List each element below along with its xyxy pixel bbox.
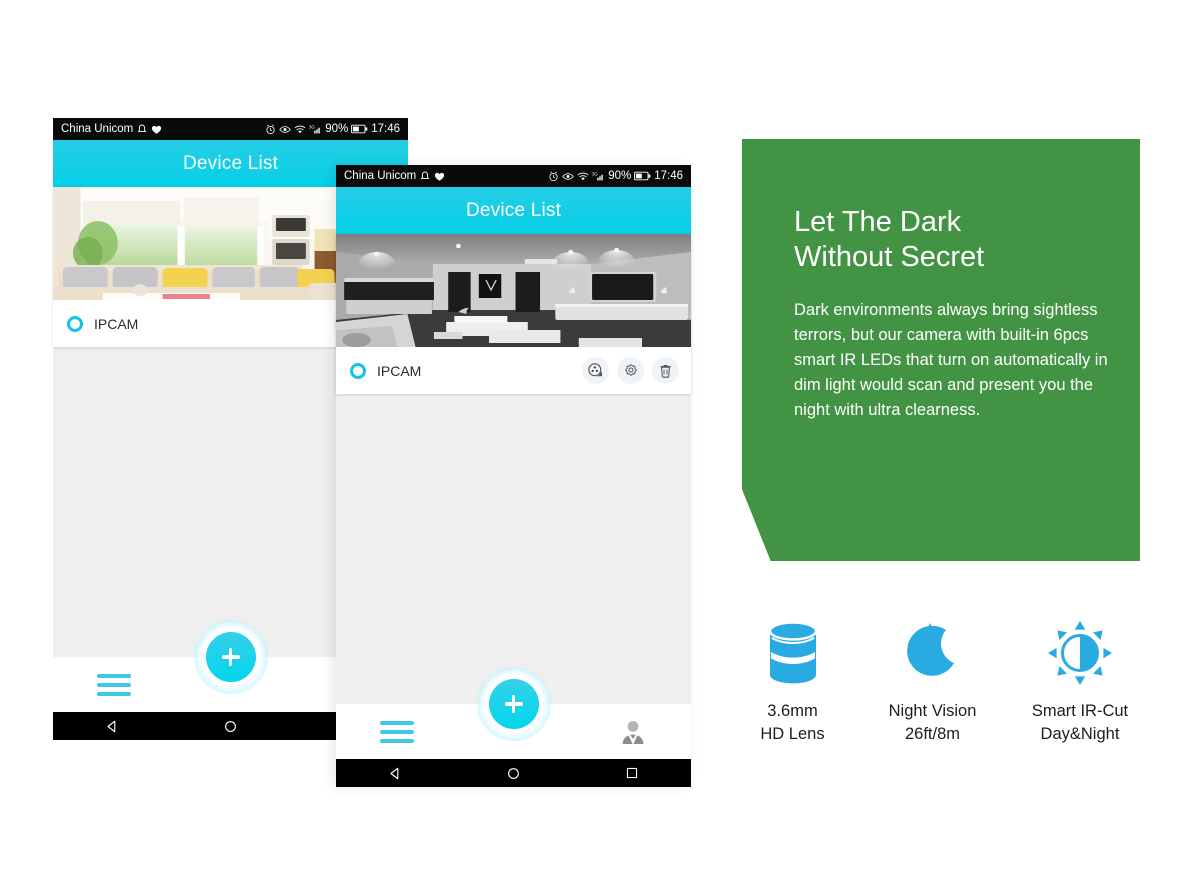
feature-ircut-line1: Smart IR-Cut xyxy=(1031,702,1129,720)
alarm-icon xyxy=(549,171,558,181)
settings-button[interactable] xyxy=(617,357,644,384)
battery-percent-label: 90% xyxy=(608,170,632,182)
battery-icon xyxy=(351,124,368,134)
home-icon[interactable] xyxy=(223,719,238,734)
signal-icon: 3G xyxy=(309,124,320,133)
feature-item-ir-cut: Smart IR-Cut Day&Night xyxy=(1010,618,1150,747)
device-card-front[interactable]: IPCAM xyxy=(336,234,691,394)
eye-icon xyxy=(562,172,574,180)
plus-icon xyxy=(219,645,243,669)
feature-lens-line2: HD Lens xyxy=(760,725,825,744)
feature-lens-line1: 3.6mm xyxy=(767,702,818,720)
menu-button[interactable] xyxy=(97,673,131,696)
status-bar-back: China Unicom 3G 90% 17:46 xyxy=(53,118,408,140)
feature-label-night-vision: Night Vision 26ft/8m xyxy=(889,700,977,747)
android-nav-bar-front xyxy=(336,759,691,787)
film-reel-icon xyxy=(588,363,603,377)
feature-ircut-line2: Day&Night xyxy=(1040,725,1120,744)
plus-icon xyxy=(502,692,526,716)
promo-body: Dark environments always bring sightless… xyxy=(794,300,1108,420)
device-name-label: IPCAM xyxy=(377,362,422,379)
feature-item-night-vision: Night Vision 26ft/8m xyxy=(870,618,995,747)
device-list-content-front: IPCAM xyxy=(336,234,691,787)
page-title: Device List xyxy=(182,152,279,174)
promo-heading: Let The Dark Without Secret xyxy=(742,139,1140,276)
add-device-button[interactable] xyxy=(488,679,539,729)
carrier-label: China Unicom xyxy=(344,170,417,182)
feature-night-line2: 26ft/8m xyxy=(904,725,961,744)
gear-icon xyxy=(624,363,637,376)
camera-thumbnail-nightvision[interactable] xyxy=(336,234,691,347)
feature-label-lens: 3.6mm HD Lens xyxy=(760,700,824,747)
online-ring-icon xyxy=(350,362,366,379)
ir-cut-sun-glyph xyxy=(1048,621,1112,685)
moon-stars-icon xyxy=(900,618,966,688)
wifi-icon xyxy=(294,125,306,133)
bell-icon xyxy=(138,124,147,132)
alarm-icon xyxy=(266,124,275,134)
promo-heading-line1: Let The Dark xyxy=(794,206,962,238)
bell-icon xyxy=(421,171,430,179)
lens-glyph xyxy=(768,621,817,684)
heart-icon xyxy=(435,172,445,181)
device-row-front[interactable]: IPCAM xyxy=(336,347,691,394)
battery-icon xyxy=(634,171,651,181)
clock-label: 17:46 xyxy=(654,170,683,182)
delete-button[interactable] xyxy=(652,357,679,384)
promo-panel: Let The Dark Without Secret Dark environ… xyxy=(742,139,1140,561)
add-device-button[interactable] xyxy=(205,632,256,682)
eye-icon xyxy=(279,125,291,133)
feature-list: 3.6mm HD Lens Night Vision 26ft/8m Smart… xyxy=(730,618,1150,747)
living-room-nightvision-image xyxy=(336,234,691,347)
add-device-fab-glow xyxy=(476,667,551,741)
online-ring-icon xyxy=(67,315,83,332)
moon-stars-glyph xyxy=(906,623,954,676)
lens-icon xyxy=(762,618,824,688)
playback-button[interactable] xyxy=(582,357,609,384)
trash-icon xyxy=(660,364,671,378)
svg-text:3G: 3G xyxy=(592,171,598,176)
clock-label: 17:46 xyxy=(371,123,400,135)
battery-percent-label: 90% xyxy=(325,123,349,135)
app-bar-front: Device List xyxy=(336,187,691,234)
phone-front: China Unicom 3G 90% 17:46 Device List IP… xyxy=(336,165,691,787)
signal-icon: 3G xyxy=(592,171,603,180)
feature-item-lens: 3.6mm HD Lens xyxy=(730,618,855,747)
recents-icon[interactable] xyxy=(625,766,639,780)
profile-button[interactable] xyxy=(619,718,647,746)
status-bar-front: China Unicom 3G 90% 17:46 xyxy=(336,165,691,187)
ir-cut-sun-icon xyxy=(1046,618,1114,688)
heart-icon xyxy=(152,125,162,134)
home-icon[interactable] xyxy=(506,766,521,781)
feature-night-line1: Night Vision xyxy=(888,702,977,720)
device-name-label: IPCAM xyxy=(94,315,139,332)
back-icon[interactable] xyxy=(105,719,120,734)
feature-label-ir-cut: Smart IR-Cut Day&Night xyxy=(1032,700,1128,747)
add-device-fab-glow xyxy=(193,620,268,694)
carrier-label: China Unicom xyxy=(61,123,134,135)
menu-button[interactable] xyxy=(380,720,414,743)
svg-text:3G: 3G xyxy=(309,124,315,129)
back-icon[interactable] xyxy=(388,766,403,781)
wifi-icon xyxy=(577,172,589,180)
page-title: Device List xyxy=(465,199,562,221)
promo-heading-line2: Without Secret xyxy=(794,241,985,274)
